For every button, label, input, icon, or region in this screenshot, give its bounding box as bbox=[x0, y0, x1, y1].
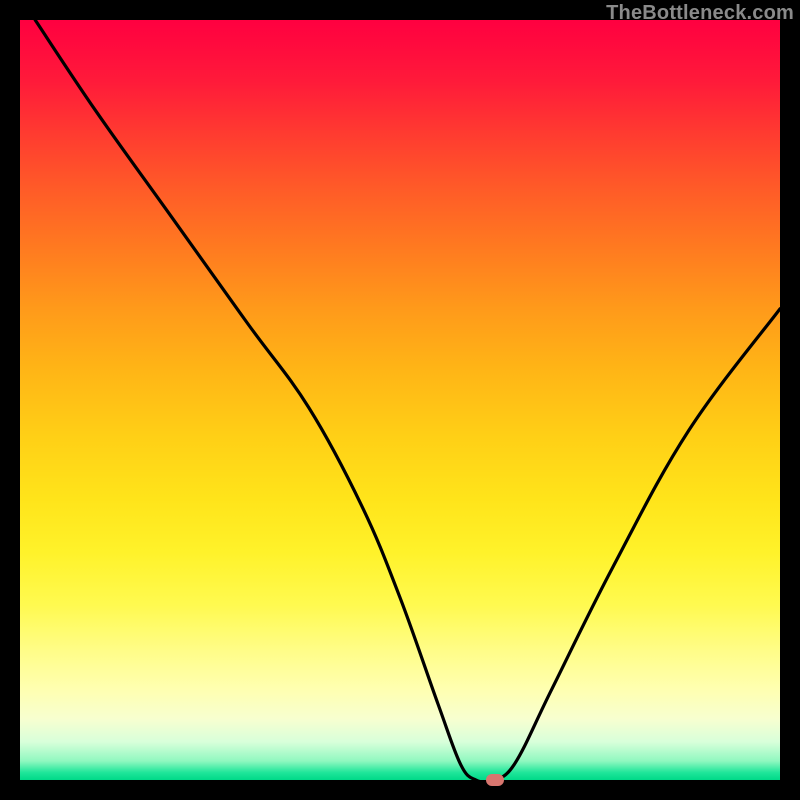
watermark-text: TheBottleneck.com bbox=[606, 2, 794, 25]
curve-svg bbox=[20, 20, 780, 780]
optimum-marker bbox=[486, 774, 504, 786]
bottleneck-curve bbox=[35, 20, 780, 780]
plot-area bbox=[20, 20, 780, 780]
chart-container: TheBottleneck.com bbox=[0, 0, 800, 800]
